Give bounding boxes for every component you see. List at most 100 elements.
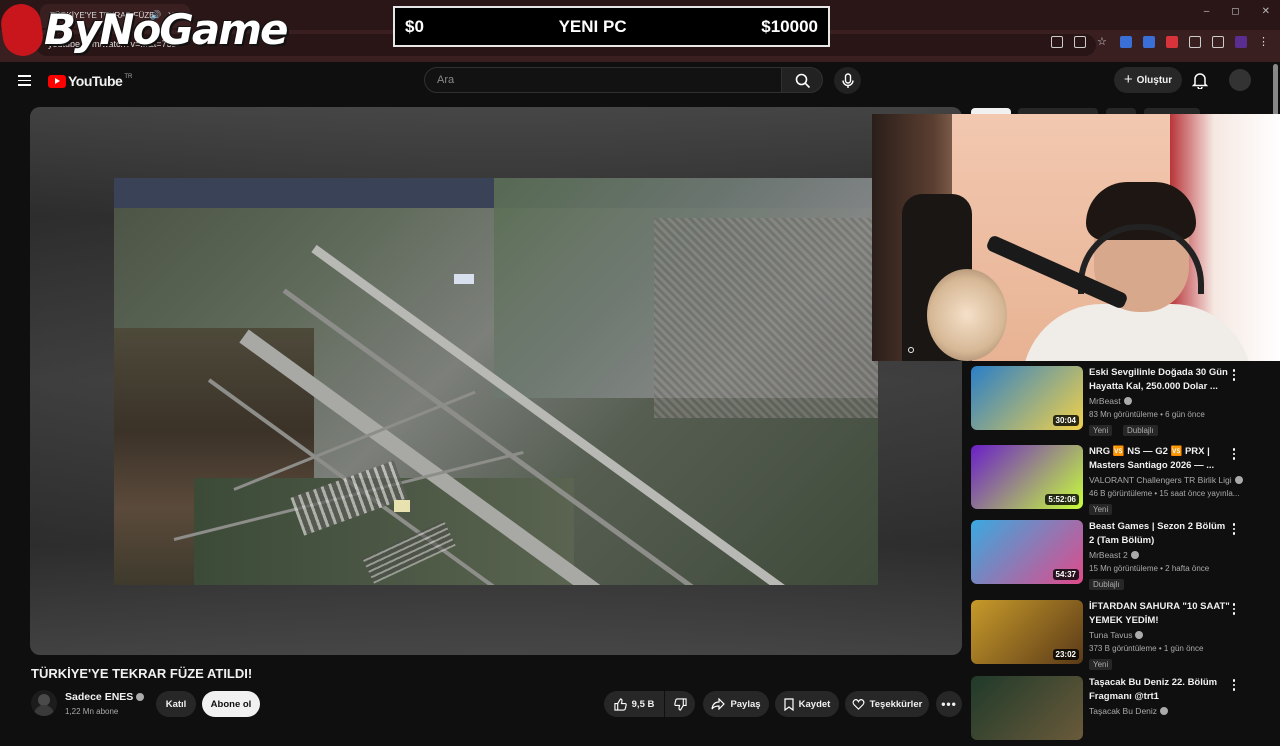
recommendation-title[interactable]: Taşacak Bu Deniz 22. Bölüm Fragmanı @trt…: [1089, 676, 1231, 704]
like-count: 9,5 B: [631, 698, 655, 710]
star-icon[interactable]: ☆: [1097, 36, 1109, 48]
plus-icon: +: [1123, 71, 1133, 88]
subscribe-button[interactable]: Abone ol: [202, 691, 260, 717]
video-thumbnail[interactable]: 30:04: [971, 366, 1083, 430]
eye-off-icon[interactable]: [1074, 36, 1086, 48]
microphone-icon: [841, 72, 854, 88]
more-horizontal-icon: •••: [941, 697, 957, 711]
search-icon: [795, 73, 811, 89]
more-vert-icon[interactable]: [1229, 523, 1239, 537]
voice-search-button[interactable]: [834, 67, 861, 94]
shield-extension-icon[interactable]: [1120, 36, 1132, 48]
video-thumbnail[interactable]: 5:52:06: [971, 445, 1083, 509]
recommendation-channel[interactable]: Taşacak Bu Deniz: [1089, 706, 1169, 716]
share-button[interactable]: Paylaş: [703, 691, 769, 717]
cast-icon[interactable]: [1051, 36, 1063, 48]
search-input[interactable]: Ara: [424, 67, 782, 93]
logo-text: ByNoGame: [44, 5, 288, 54]
thanks-label: Teşekkürler: [869, 698, 923, 710]
video-title: TÜRKİYE'YE TEKRAR FÜZE ATILDI!: [31, 666, 253, 681]
price-banner: $0 YENI PC $10000: [393, 6, 830, 47]
close-window-button[interactable]: ✕: [1262, 6, 1270, 17]
channel-name[interactable]: Sadece ENES: [65, 691, 145, 703]
create-label: Oluştur: [1136, 74, 1173, 86]
recommendation-badge: Yeni: [1089, 425, 1113, 436]
recommendation-meta: 373 B görüntüleme • 1 gün önce: [1089, 644, 1204, 653]
more-actions-button[interactable]: •••: [936, 691, 962, 717]
recommendation-item[interactable]: 54:37 Beast Games | Sezon 2 Bölüm 2 (Tam …: [971, 520, 1271, 590]
recommendation-badge: Dublajlı: [1123, 425, 1158, 436]
save-button[interactable]: Kaydet: [775, 691, 839, 717]
translate-extension-icon[interactable]: [1143, 36, 1155, 48]
puzzle-icon[interactable]: [1189, 36, 1201, 48]
dislike-button[interactable]: [665, 691, 695, 717]
duration-badge: 54:37: [1052, 569, 1079, 580]
youtube-header: YouTube TR Ara + Oluştur: [0, 62, 1270, 100]
join-label: Katıl: [165, 698, 187, 710]
recommendation-item[interactable]: Taşacak Bu Deniz 22. Bölüm Fragmanı @trt…: [971, 676, 1271, 746]
page-scrollbar[interactable]: [1273, 64, 1278, 120]
profile-icon[interactable]: [1235, 36, 1247, 48]
channel-avatar[interactable]: [31, 690, 57, 716]
recommendation-title[interactable]: Eski Sevgilinle Doğada 30 Gün Hayatta Ka…: [1089, 366, 1231, 394]
recommendation-channel[interactable]: MrBeast 2: [1089, 550, 1139, 560]
recommendation-title[interactable]: NRG 🆚 NS — G2 🆚 PRX | Masters Santiago 2…: [1089, 445, 1231, 473]
more-vert-icon[interactable]: [1229, 603, 1239, 617]
save-label: Kaydet: [798, 698, 831, 710]
extension-icons: ☆ ⋮: [1051, 36, 1270, 48]
recommendation-channel-name: VALORANT Challengers TR Birlik Ligi: [1089, 475, 1232, 485]
menu-dots-icon[interactable]: ⋮: [1258, 36, 1270, 48]
duration-badge: 5:52:06: [1045, 494, 1079, 505]
recommendation-title[interactable]: Beast Games | Sezon 2 Bölüm 2 (Tam Bölüm…: [1089, 520, 1231, 548]
record-extension-icon[interactable]: [1166, 36, 1178, 48]
menu-icon[interactable]: [18, 75, 31, 86]
recommendation-meta: 83 Mn görüntüleme • 6 gün önce: [1089, 410, 1205, 419]
video-thumbnail[interactable]: [971, 676, 1083, 740]
video-thumbnail[interactable]: 23:02: [971, 600, 1083, 664]
more-vert-icon[interactable]: [1229, 448, 1239, 462]
country-code: TR: [124, 74, 133, 80]
price-center: YENI PC: [558, 16, 627, 36]
search-button[interactable]: [781, 67, 823, 93]
recommendation-meta: 46 B görüntüleme • 15 saat önce yayınla.…: [1089, 489, 1239, 498]
thanks-button[interactable]: Teşekkürler: [845, 691, 929, 717]
recommendation-item[interactable]: 30:04 Eski Sevgilinle Doğada 30 Gün Hayat…: [971, 366, 1271, 436]
recommendation-channel-name: MrBeast: [1089, 396, 1121, 406]
thanks-heart-icon: [852, 698, 865, 710]
video-thumbnail[interactable]: 54:37: [971, 520, 1083, 584]
window-controls: – ◻ ✕: [1204, 6, 1270, 17]
more-vert-icon[interactable]: [1229, 679, 1239, 693]
create-button[interactable]: + Oluştur: [1114, 67, 1182, 93]
recommendation-meta: 15 Mn görüntüleme • 2 hafta önce: [1089, 564, 1210, 573]
recommendation-badge: Yeni: [1089, 504, 1113, 515]
fan: [927, 269, 1007, 361]
video-player[interactable]: [30, 107, 962, 655]
join-button[interactable]: Katıl: [156, 691, 196, 717]
share-label: Paylaş: [730, 698, 761, 710]
subscriber-count: 1,22 Mn abone: [65, 707, 119, 716]
recommendation-title[interactable]: İFTARDAN SAHURA "10 SAAT" YEMEK YEDİM!: [1089, 600, 1231, 628]
recommendation-badge: Yeni: [1089, 659, 1113, 670]
more-vert-icon[interactable]: [1229, 369, 1239, 383]
webcam-overlay: [872, 114, 1280, 361]
like-button[interactable]: 9,5 B: [604, 691, 664, 717]
logo-emblem: [0, 1, 46, 59]
thumbs-down-icon: [673, 697, 687, 711]
verified-icon: [1130, 551, 1139, 559]
duration-badge: 30:04: [1052, 415, 1079, 426]
media-icon[interactable]: [1212, 36, 1224, 48]
recommendation-channel[interactable]: VALORANT Challengers TR Birlik Ligi: [1089, 475, 1243, 485]
recommendation-item[interactable]: 23:02 İFTARDAN SAHURA "10 SAAT" YEMEK YED…: [971, 600, 1271, 670]
recommendation-item[interactable]: 5:52:06 NRG 🆚 NS — G2 🆚 PRX | Masters San…: [971, 445, 1271, 515]
maximize-button[interactable]: ◻: [1231, 6, 1239, 17]
notifications-bell-icon[interactable]: [1192, 71, 1208, 89]
recommendation-channel[interactable]: MrBeast: [1089, 396, 1132, 406]
youtube-logo[interactable]: YouTube TR: [48, 73, 132, 89]
recommendation-channel-name: Tuna Tavus: [1089, 630, 1133, 640]
recommendation-channel-name: Taşacak Bu Deniz: [1089, 706, 1158, 716]
thumbs-up-icon: [614, 697, 627, 711]
subscribe-label: Abone ol: [210, 698, 252, 710]
user-avatar[interactable]: [1229, 69, 1251, 91]
minimize-button[interactable]: –: [1204, 6, 1210, 17]
recommendation-channel[interactable]: Tuna Tavus: [1089, 630, 1144, 640]
